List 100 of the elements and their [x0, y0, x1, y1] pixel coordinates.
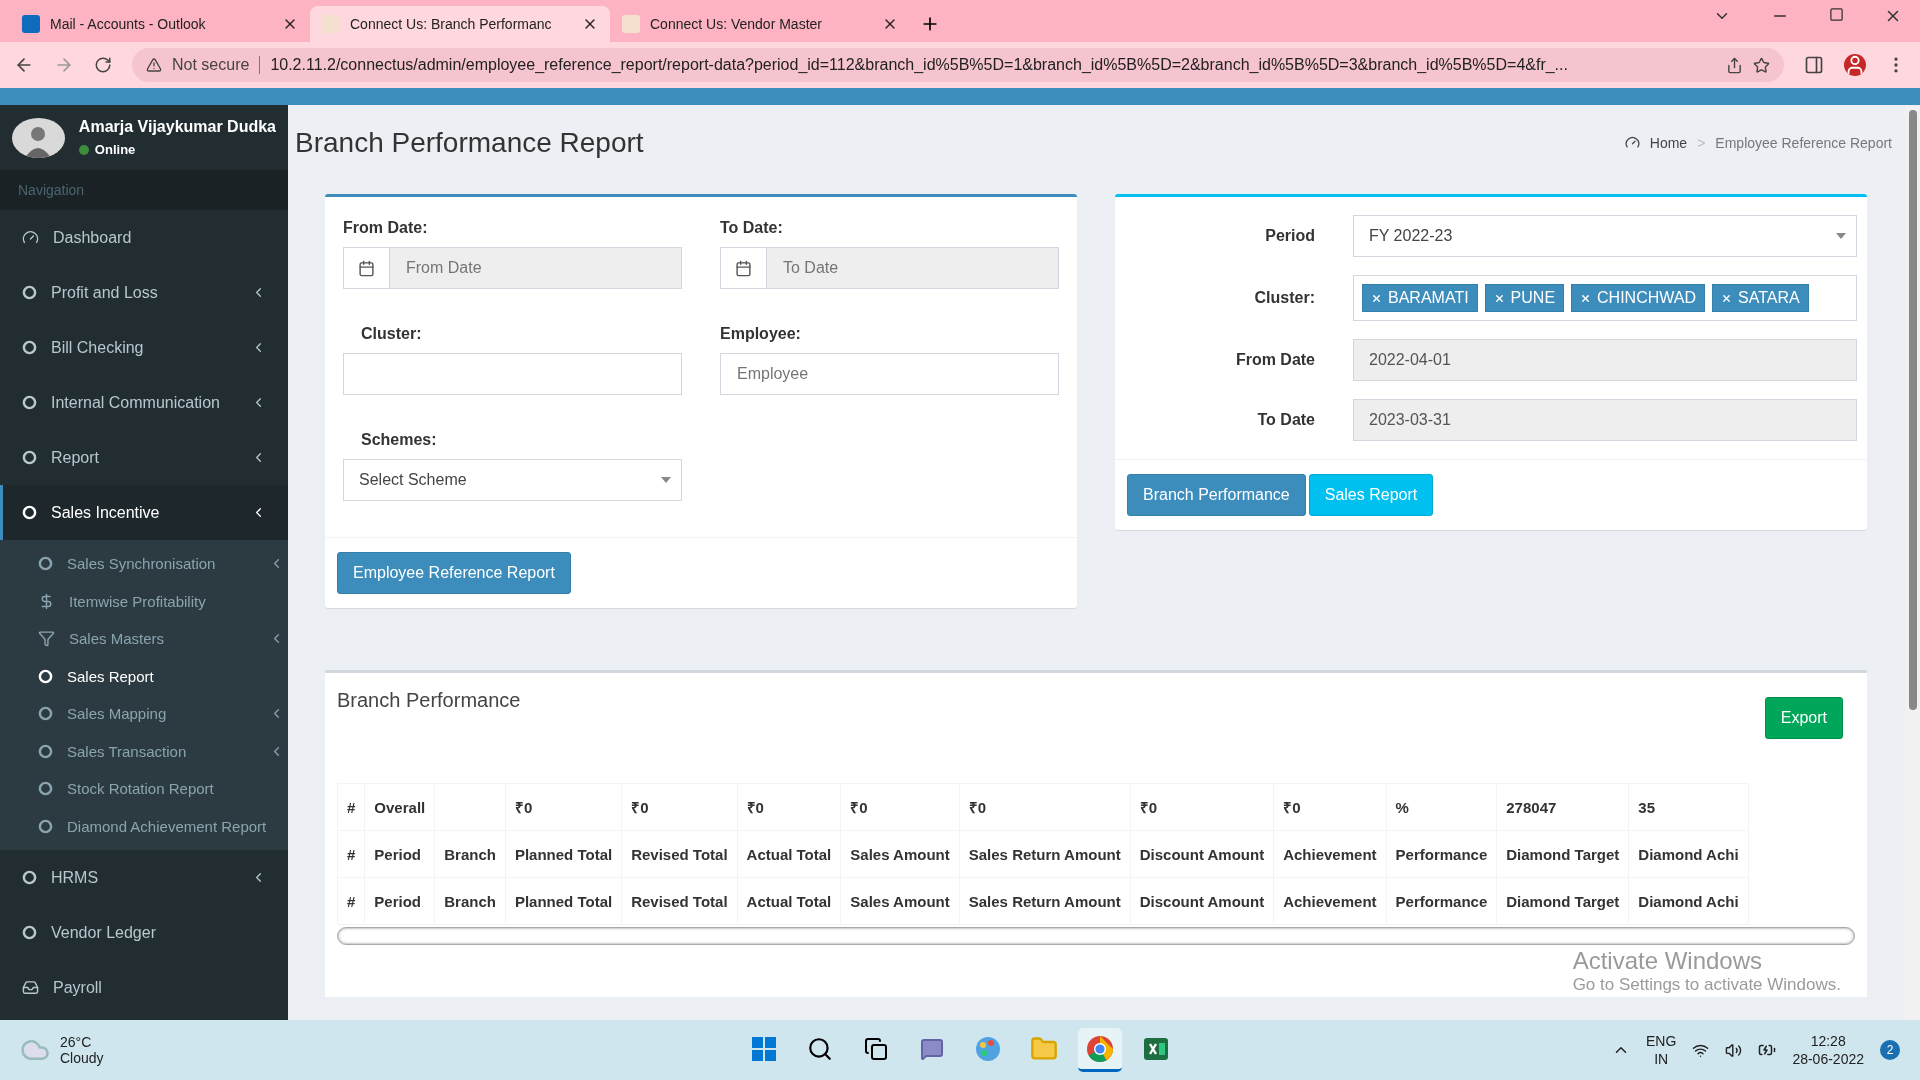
cluster-tag[interactable]: BARAMATI [1362, 284, 1478, 312]
filter-icon [38, 630, 55, 648]
table-cell: Achievement [1273, 830, 1387, 878]
report-button[interactable]: Employee Reference Report [337, 552, 571, 594]
field-label: Employee: [720, 325, 802, 343]
field-label: Schemes: [360, 431, 438, 449]
table-cell: ₹0 [840, 783, 960, 831]
search-icon [807, 1035, 833, 1062]
sidebar-item[interactable]: Diamond Achievement Report [0, 807, 288, 845]
site-favicon-icon [622, 15, 640, 33]
remove-icon[interactable] [1371, 292, 1382, 304]
table-cell: ₹0 [737, 783, 841, 831]
table-cell: Discount Amount [1130, 877, 1274, 925]
language-indicator[interactable]: ENG IN [1646, 1032, 1677, 1068]
sidebar-item[interactable]: Stock Rotation Report [0, 770, 288, 808]
circle-icon [22, 925, 37, 940]
palette-icon [974, 1034, 1002, 1063]
table-cell: Overall [364, 783, 435, 831]
circle-icon [38, 706, 53, 722]
table-cell: Achievement [1273, 877, 1387, 925]
sidebar-item[interactable]: Vendor Ledger [0, 905, 288, 960]
browser-tab[interactable]: Connect Us: Vendor Master [610, 6, 910, 42]
sidebar-item[interactable]: Sales Synchronisation [0, 545, 288, 583]
sidebar-item[interactable]: Dashboard [0, 210, 288, 265]
sidebar-item[interactable]: Profit and Loss [0, 265, 288, 320]
sidebar-item[interactable]: Internal Communication [0, 375, 288, 430]
address-bar[interactable]: Not secure 10.2.11.2/connectus/admin/employee_reference_report/report-data?period_id=112&branch_id%5B%5D=1&branch_id%5B%5D=2&branch_id%5B%5D=3&branch_id%5B%5D=4&fr_... [132, 48, 1784, 82]
bookmark-icon[interactable] [1753, 56, 1770, 74]
breadcrumb-link[interactable]: Home [1649, 134, 1688, 151]
clock[interactable]: 12:28 28-06-2022 [1792, 1032, 1864, 1068]
user-avatar [12, 117, 65, 158]
table-cell: Sales Return Amount [959, 877, 1131, 925]
table-cell: Performance [1386, 830, 1497, 878]
cluster-field[interactable] [343, 353, 682, 395]
circle-icon [38, 556, 53, 572]
share-icon[interactable] [1726, 56, 1743, 74]
sidebar-item[interactable]: HRMS [0, 850, 288, 905]
table-cell: Diamond Achi [1628, 877, 1749, 925]
sidebar-item[interactable]: Sales Transaction [0, 732, 288, 770]
date-field[interactable]: To Date [720, 247, 1059, 289]
browser-tab[interactable]: Connect Us: Branch Performanc [310, 6, 610, 42]
remove-icon[interactable] [1493, 292, 1505, 304]
card-title: Branch Performance [337, 689, 521, 712]
maximize-icon[interactable] [1829, 7, 1844, 22]
sidebar-item[interactable]: Sales Incentive [0, 485, 288, 540]
field-label: Period [1264, 227, 1315, 245]
sidebar-item[interactable]: Sales Masters [0, 620, 288, 658]
table-cell: Period [364, 877, 435, 925]
employee-field[interactable]: Employee [720, 353, 1059, 395]
sidebar-item[interactable]: Report [0, 430, 288, 485]
sidebar-item[interactable]: Bill Checking [0, 320, 288, 375]
table-cell: ₹0 [1130, 783, 1274, 831]
warning-icon [146, 57, 162, 73]
table-cell: Branch [434, 830, 506, 878]
circle-icon [38, 781, 53, 797]
windows-logo-icon [751, 1035, 777, 1062]
folder-icon [1030, 1034, 1058, 1063]
table-cell: ₹0 [505, 783, 622, 831]
table-cell: 35 [1628, 783, 1749, 831]
profile-icon[interactable] [1844, 54, 1866, 76]
reload-icon[interactable] [94, 56, 112, 74]
cluster-tag[interactable]: PUNE [1484, 284, 1565, 312]
table-cell: Discount Amount [1130, 830, 1274, 878]
user-status: Online [78, 142, 276, 157]
mail-app-icon [22, 15, 40, 33]
table-cell: # [337, 830, 365, 878]
remove-icon[interactable] [1580, 292, 1592, 304]
weather-temp: 26°C [60, 1034, 93, 1050]
field-label: Cluster: [1253, 289, 1315, 307]
sidebar-item[interactable]: Payroll [0, 960, 288, 1015]
circle-icon [38, 668, 53, 684]
inbox-icon [22, 979, 39, 996]
circle-icon [22, 395, 37, 410]
table-cell: % [1386, 783, 1497, 831]
sidebar-item[interactable]: Itemwise Profitability [0, 582, 288, 620]
table-cell: Actual Total [737, 830, 841, 878]
table-cell: Sales Amount [840, 877, 960, 925]
browser-tab[interactable]: Mail - Accounts - Outlook [10, 6, 310, 42]
report-button[interactable]: Branch Performance [1127, 474, 1306, 516]
weather-condition: Cloudy [60, 1050, 104, 1066]
cluster-multiselect[interactable]: BARAMATI PUNE CHINCHWAD SATARA [1353, 275, 1857, 321]
field-label: From Date [1234, 351, 1315, 369]
side-panel-icon[interactable] [1804, 55, 1824, 75]
field-label: To Date: [720, 219, 784, 237]
page-scrollbar[interactable] [1908, 110, 1917, 710]
field-label: Cluster: [360, 325, 423, 343]
nav-header: Navigation [0, 170, 288, 210]
calendar-icon [735, 259, 752, 277]
remove-icon[interactable] [1721, 292, 1732, 304]
scheme-select[interactable]: Select Scheme [343, 459, 682, 501]
date-field[interactable]: From Date [343, 247, 682, 289]
cluster-tag[interactable]: CHINCHWAD [1571, 284, 1705, 312]
sidebar-item[interactable]: Sales Mapping [0, 695, 288, 733]
cluster-tag[interactable]: SATARA [1712, 284, 1809, 312]
period-select[interactable]: FY 2022-23 [1353, 215, 1857, 257]
page-title: Branch Performance Report [295, 126, 645, 159]
volume-icon[interactable] [1725, 1041, 1743, 1059]
notification-badge[interactable]: 2 [1880, 1040, 1900, 1060]
sidebar-item[interactable]: Sales Report [0, 657, 288, 695]
table-cell: Planned Total [505, 830, 622, 878]
